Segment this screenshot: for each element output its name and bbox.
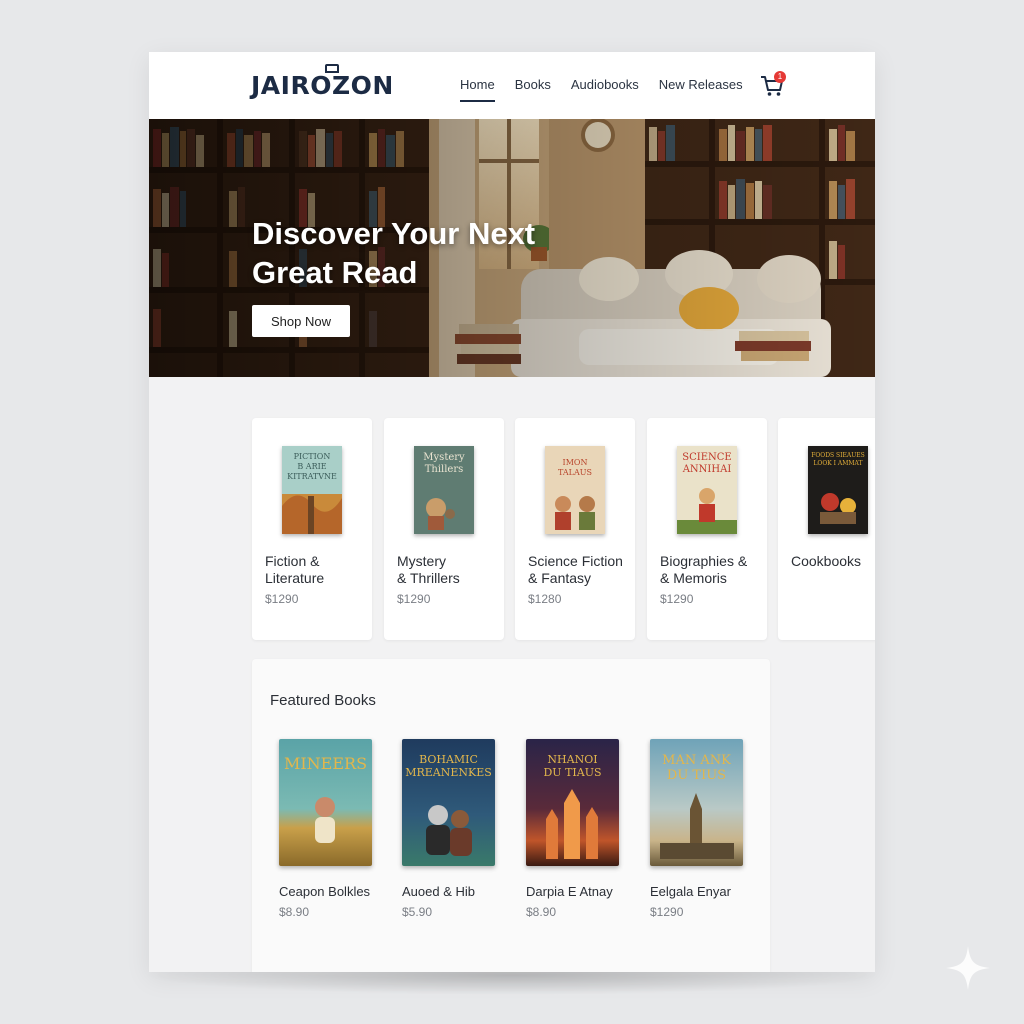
book-price: $8.90 xyxy=(279,905,310,919)
category-cover-image: FOODS SIEAUES LOOK I AMMAT xyxy=(808,446,868,534)
category-name: Science Fiction & Fantasy xyxy=(528,553,628,587)
book-cover-title: NHANOI DU TIAUS xyxy=(543,753,602,779)
shop-now-button[interactable]: Shop Now xyxy=(252,305,350,337)
category-name-line2: & Fantasy xyxy=(528,570,592,586)
category-cover-image: Mystery Thillers xyxy=(414,446,474,534)
hero-heading-line2: Great Read xyxy=(252,255,418,290)
nav-home[interactable]: Home xyxy=(460,77,495,102)
book-title: Eelgala Enyar xyxy=(650,884,731,899)
category-name: Fiction & Literature xyxy=(265,553,365,587)
book-title: Auoed & Hib xyxy=(402,884,475,899)
category-card-cookbooks[interactable]: FOODS SIEAUES LOOK I AMMAT Cookbooks xyxy=(778,418,875,640)
category-cover-title: SCIENCE ANNIHAI xyxy=(682,452,732,475)
category-price: $1290 xyxy=(660,592,694,606)
main-nav: Home Books Audiobooks New Releases xyxy=(460,77,763,102)
category-cover-image: IMON TALAUS xyxy=(545,446,605,534)
book-cover-image: MAN ANK DU TIUS xyxy=(650,739,743,866)
book-cover-title: BOHAMIC MREANENKES xyxy=(405,753,492,779)
category-name-line2: Literature xyxy=(265,570,325,586)
site-logo[interactable]: JAIROZON xyxy=(251,64,394,101)
book-title: Ceapon Bolkles xyxy=(279,884,371,899)
book-cover-title: MINEERS xyxy=(283,754,368,773)
book-cover-image: NHANOI DU TIAUS xyxy=(526,739,619,866)
featured-book[interactable]: NHANOI DU TIAUS Darpia E Atnay $8.90 xyxy=(526,739,620,919)
category-name-line1: Biographies & xyxy=(660,553,748,569)
featured-book[interactable]: MAN ANK DU TIUS Eelgala Enyar $1290 xyxy=(650,739,744,919)
storefront-page: JAIROZON Home Books Audiobooks New Relea… xyxy=(149,52,875,972)
hero-heading: Discover Your Next Great Read xyxy=(252,214,592,292)
category-price: $1290 xyxy=(397,592,431,606)
category-cover-image: PICTION B ARIE KITRATVNE xyxy=(282,446,342,534)
book-price: $8.90 xyxy=(526,905,557,919)
category-cover-title: Mystery Thillers xyxy=(423,452,465,475)
cart-count-badge: 1 xyxy=(774,71,786,83)
book-cover-image: BOHAMIC MREANENKES xyxy=(402,739,495,866)
featured-book[interactable]: MINEERS Ceapon Bolkles $8.90 xyxy=(279,739,373,919)
nav-audiobooks[interactable]: Audiobooks xyxy=(571,77,639,102)
category-card-biographies[interactable]: SCIENCE ANNIHAI Biographies & & Memoris $… xyxy=(647,418,767,640)
category-price: $1290 xyxy=(265,592,299,606)
book-price: $5.90 xyxy=(402,905,433,919)
category-card-scifi[interactable]: IMON TALAUS Science Fiction & Fantasy $12… xyxy=(515,418,635,640)
book-cover-image: MINEERS xyxy=(279,739,372,866)
category-name-line2: & Thrillers xyxy=(397,570,460,586)
category-name: Mystery & Thrillers xyxy=(397,553,497,587)
category-name-line1: Mystery xyxy=(397,553,446,569)
category-name: Cookbooks xyxy=(791,553,875,570)
category-cover-title: IMON TALAUS xyxy=(558,458,592,477)
category-name-line1: Fiction & xyxy=(265,553,320,569)
category-price: $1280 xyxy=(528,592,562,606)
nav-new-releases[interactable]: New Releases xyxy=(659,77,743,102)
hero-banner: Discover Your Next Great Read Shop Now xyxy=(149,119,875,377)
book-cover-title: MAN ANK DU TIUS xyxy=(662,753,731,783)
category-name-line2: & Memoris xyxy=(660,570,727,586)
category-name: Biographies & & Memoris xyxy=(660,553,760,587)
featured-books-section: Featured Books MINEERS Ceapon Bolkles $8… xyxy=(252,659,770,972)
site-header: JAIROZON Home Books Audiobooks New Relea… xyxy=(149,52,875,119)
hero-heading-line1: Discover Your Next xyxy=(252,216,536,251)
category-name-line1: Cookbooks xyxy=(791,553,862,569)
category-name-line1: Science Fiction xyxy=(528,553,623,569)
category-card-mystery[interactable]: Mystery Thillers Mystery & Thrillers $129… xyxy=(384,418,504,640)
category-card-fiction[interactable]: PICTION B ARIE KITRATVNE Fiction & Literat… xyxy=(252,418,372,640)
logo-book-icon xyxy=(325,64,339,73)
featured-book[interactable]: BOHAMIC MREANENKES Auoed & Hib $5.90 xyxy=(402,739,496,919)
featured-heading: Featured Books xyxy=(270,692,376,709)
nav-books[interactable]: Books xyxy=(515,77,551,102)
book-price: $1290 xyxy=(650,905,684,919)
category-cover-title: PICTION B ARIE KITRATVNE xyxy=(287,452,337,481)
category-cover-title: FOODS SIEAUES LOOK I AMMAT xyxy=(811,452,865,467)
category-cover-image: SCIENCE ANNIHAI xyxy=(677,446,737,534)
sparkle-icon xyxy=(946,946,990,990)
book-title: Darpia E Atnay xyxy=(526,884,613,899)
logo-text: JAIROZON xyxy=(251,71,394,100)
